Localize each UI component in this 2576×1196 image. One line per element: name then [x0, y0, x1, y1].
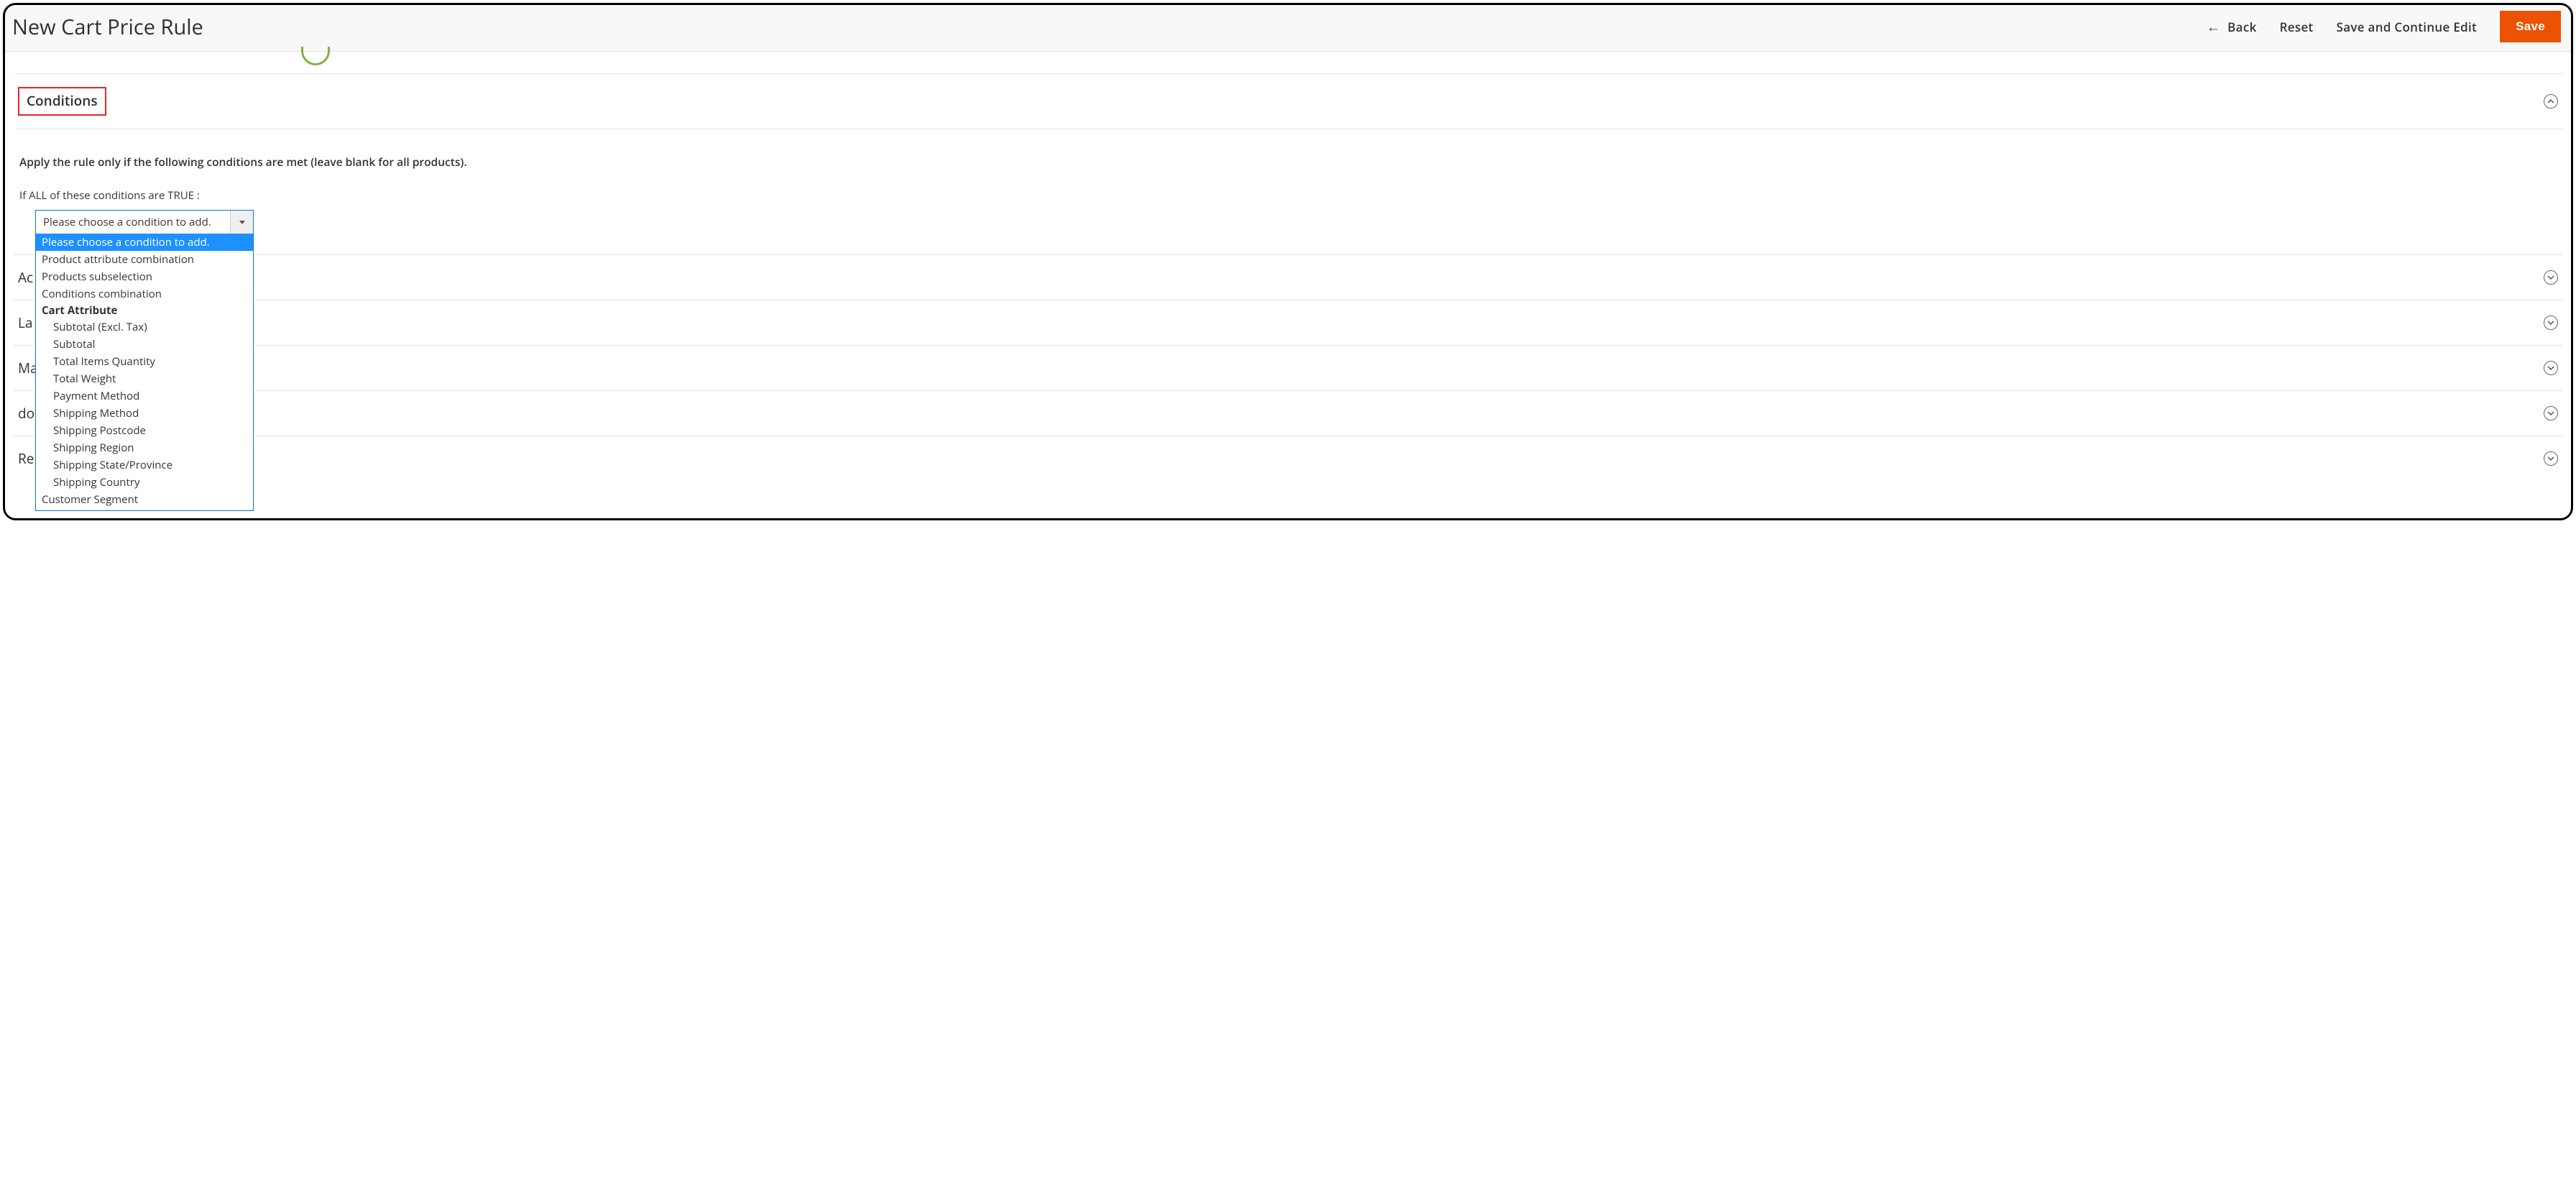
- dropdown-option-products-subselection[interactable]: Products subselection: [36, 268, 253, 285]
- conditions-instructions: Apply the rule only if the following con…: [19, 154, 2558, 170]
- header-actions: ← Back Reset Save and Continue Edit Save: [2207, 11, 2561, 42]
- dropdown-option-subtotal-excl-tax[interactable]: Subtotal (Excl. Tax): [36, 318, 253, 336]
- rule-aggregator-link[interactable]: ALL: [29, 188, 47, 203]
- lower-sections: Ac La Ma do Related Dynamic Blocks: [5, 254, 2571, 495]
- conditions-title: Conditions: [18, 87, 106, 116]
- section-actions[interactable]: Ac: [14, 254, 2562, 300]
- rule-if: If: [19, 188, 26, 203]
- dropdown-option-conditions-combination[interactable]: Conditions combination: [36, 285, 253, 303]
- chevron-down-icon[interactable]: [2544, 361, 2558, 375]
- dropdown-option-product-attribute[interactable]: Product attribute combination: [36, 251, 253, 268]
- section-do[interactable]: do: [14, 390, 2562, 436]
- chevron-down-icon[interactable]: [2544, 270, 2558, 285]
- dropdown-option-payment-method[interactable]: Payment Method: [36, 387, 253, 405]
- back-label: Back: [2227, 19, 2256, 35]
- section-manage[interactable]: Ma: [14, 345, 2562, 390]
- section-labels-label: La: [18, 313, 32, 332]
- page-header: New Cart Price Rule ← Back Reset Save an…: [5, 5, 2571, 52]
- section-do-label: do: [18, 404, 34, 423]
- section-labels[interactable]: La: [14, 300, 2562, 345]
- dropdown-option-shipping-country[interactable]: Shipping Country: [36, 474, 253, 491]
- dropdown-option-subtotal[interactable]: Subtotal: [36, 336, 253, 353]
- conditions-body: Apply the rule only if the following con…: [15, 129, 2562, 254]
- dropdown-option-shipping-method[interactable]: Shipping Method: [36, 405, 253, 422]
- arrow-left-icon: ←: [2207, 17, 2220, 36]
- page-title: New Cart Price Rule: [11, 13, 203, 41]
- section-actions-label: Ac: [18, 268, 33, 287]
- rule-value-link[interactable]: TRUE: [167, 188, 194, 203]
- rule-colon: :: [197, 188, 200, 203]
- reset-button[interactable]: Reset: [2280, 19, 2314, 35]
- save-continue-button[interactable]: Save and Continue Edit: [2337, 19, 2478, 35]
- back-button[interactable]: ← Back: [2207, 17, 2257, 36]
- dropdown-option-customer-segment[interactable]: Customer Segment: [36, 491, 253, 508]
- chevron-down-icon[interactable]: [230, 211, 253, 234]
- chevron-down-icon[interactable]: [2544, 316, 2558, 330]
- condition-select[interactable]: Please choose a condition to add.: [35, 210, 254, 234]
- rule-mid: of these conditions are: [50, 188, 165, 203]
- condition-select-text: Please choose a condition to add.: [36, 211, 230, 234]
- condition-selector-wrap: Please choose a condition to add. Please…: [19, 210, 2558, 234]
- rule-aggregator-line: If ALL of these conditions are TRUE :: [19, 188, 2558, 203]
- dropdown-group-cart-attribute: Cart Attribute: [36, 303, 253, 318]
- chevron-down-icon[interactable]: [2544, 406, 2558, 420]
- dropdown-option-total-weight[interactable]: Total Weight: [36, 370, 253, 387]
- dropdown-option-shipping-region[interactable]: Shipping Region: [36, 439, 253, 456]
- dropdown-option-shipping-postcode[interactable]: Shipping Postcode: [36, 422, 253, 439]
- condition-dropdown: Please choose a condition to add. Produc…: [35, 234, 254, 511]
- content-area: Conditions Apply the rule only if the fo…: [5, 52, 2571, 254]
- dropdown-option-placeholder[interactable]: Please choose a condition to add.: [36, 234, 253, 251]
- chevron-down-icon[interactable]: [2544, 451, 2558, 466]
- save-button[interactable]: Save: [2500, 11, 2561, 42]
- conditions-section-header[interactable]: Conditions: [15, 73, 2562, 129]
- chevron-up-icon[interactable]: [2544, 94, 2558, 109]
- page-container: New Cart Price Rule ← Back Reset Save an…: [3, 3, 2573, 520]
- dropdown-option-shipping-state[interactable]: Shipping State/Province: [36, 456, 253, 474]
- dropdown-option-total-items-quantity[interactable]: Total Items Quantity: [36, 353, 253, 370]
- section-related-dynamic-blocks[interactable]: Related Dynamic Blocks: [14, 436, 2562, 481]
